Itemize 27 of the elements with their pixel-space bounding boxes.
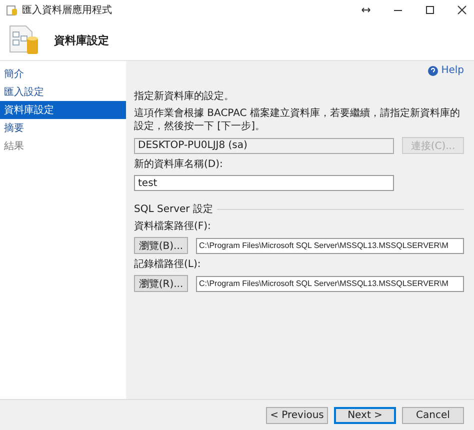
close-icon[interactable] xyxy=(456,4,468,16)
window-title: 匯入資料層應用程式 xyxy=(22,4,112,17)
sidebar-item[interactable]: 簡介 xyxy=(0,65,126,83)
sidebar-item[interactable]: 匯入設定 xyxy=(0,83,126,101)
instructions-text: 這項作業會根據 BACPAC 檔案建立資料庫，若要繼續，請指定新資料庫的設定，然後按一下 [下一步]。 xyxy=(134,107,461,133)
sidebar-item[interactable]: 摘要 xyxy=(0,119,126,137)
wizard-button[interactable]: < Previous xyxy=(266,406,328,424)
database-name-label: 新的資料庫名稱(D): xyxy=(134,158,224,171)
app-icon xyxy=(6,4,18,16)
path-label: 資料檔案路徑(F): xyxy=(134,220,212,233)
path-field[interactable]: C:\Program Files\Microsoft SQL Server\MSSQL13.MSSQLSERVER\M xyxy=(196,238,464,254)
maximize-icon[interactable] xyxy=(424,4,436,16)
help-icon xyxy=(428,66,438,76)
group-title: SQL Server 設定 xyxy=(134,203,213,216)
database-name-field[interactable]: test xyxy=(134,175,394,191)
page-title: 資料庫設定 xyxy=(54,32,109,48)
sidebar-item[interactable]: 資料庫設定 xyxy=(0,101,126,119)
server-field: DESKTOP-PU0LJJ8 (sa) xyxy=(134,138,394,154)
wizard-button[interactable]: Cancel xyxy=(402,406,464,424)
browse-button[interactable]: 瀏覽(R)... xyxy=(134,275,188,292)
browse-button[interactable]: 瀏覽(B)... xyxy=(134,237,188,254)
help-link[interactable]: Help xyxy=(428,65,464,76)
path-field[interactable]: C:\Program Files\Microsoft SQL Server\MSSQL13.MSSQLSERVER\M xyxy=(196,276,464,292)
intro-text: 指定新資料庫的設定。 xyxy=(134,90,235,103)
wizard-button[interactable]: Next > xyxy=(334,406,396,424)
path-label: 記錄檔路徑(L): xyxy=(134,258,202,271)
database-document-icon xyxy=(8,24,40,56)
